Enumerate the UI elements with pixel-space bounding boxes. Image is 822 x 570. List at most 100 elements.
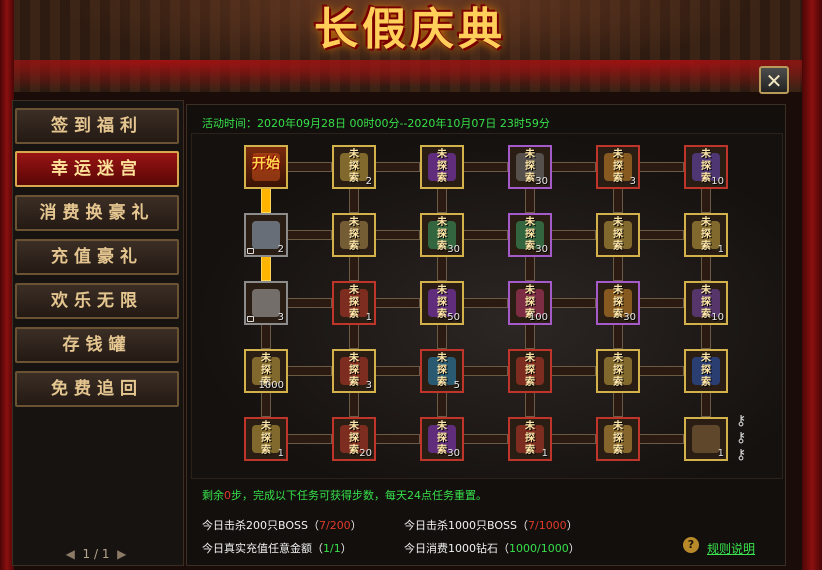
item-count: 30 (535, 176, 548, 187)
maze-path (613, 323, 623, 349)
sidebar-item[interactable]: 消费换豪礼 (15, 195, 179, 231)
unexplored-label: 未 探 索 (613, 421, 623, 456)
maze-cell[interactable]: 2 (244, 213, 288, 257)
maze-cell[interactable]: 未 探 索 100 (508, 281, 552, 325)
close-button[interactable]: ✕ (759, 66, 789, 94)
maze-path (462, 298, 508, 308)
item-count: 1000 (258, 380, 284, 391)
maze-path (349, 391, 359, 417)
maze-cell[interactable]: 未 探 索 30 (420, 417, 464, 461)
maze-cell[interactable]: 未 探 索5 (420, 349, 464, 393)
maze-path (286, 366, 332, 376)
maze-cell[interactable]: 未 探 索 30 (508, 213, 552, 257)
task-progress: 1000/1000 (509, 542, 569, 555)
start-label: 开始 (252, 156, 280, 172)
steps-remaining: 0 (224, 489, 231, 502)
maze-cell[interactable]: 未 探 索 (596, 417, 640, 461)
maze-path (374, 230, 420, 240)
prev-page-button[interactable]: ◀ (66, 547, 75, 561)
maze-path (462, 434, 508, 444)
maze-cell[interactable]: 未 探 索1 (332, 281, 376, 325)
activity-time: 活动时间：2020年09月28日 00时00分--2020年10月07日 23时… (202, 117, 550, 130)
maze-path (613, 391, 623, 417)
item-count: 1 (365, 312, 372, 323)
task-end: ） (568, 542, 580, 555)
maze-path (462, 366, 508, 376)
maze-cell[interactable]: 未 探 索 10 (684, 281, 728, 325)
rules-link[interactable]: 规则说明 (707, 540, 755, 557)
maze-cell[interactable]: 未 探 索 30 (508, 145, 552, 189)
sidebar-item[interactable]: 签到福利 (15, 108, 179, 144)
maze-cell[interactable]: 未 探 索3 (332, 349, 376, 393)
maze-path (349, 187, 359, 213)
maze-cell[interactable]: 未 探 索 30 (596, 281, 640, 325)
maze-path (701, 255, 711, 281)
maze-path (638, 230, 684, 240)
maze-cell[interactable]: 未 探 索 (596, 213, 640, 257)
maze-path (437, 391, 447, 417)
maze-cell[interactable]: 未 探 索1 (684, 213, 728, 257)
item-count: 100 (528, 312, 548, 323)
item-icon (692, 425, 720, 453)
help-icon[interactable]: ? (683, 537, 699, 553)
maze-path (286, 230, 332, 240)
maze-start-cell[interactable]: 开始 (244, 145, 288, 189)
maze-path (374, 434, 420, 444)
event-title: 长假庆典 (314, 4, 506, 55)
sidebar-item[interactable]: 充值豪礼 (15, 239, 179, 275)
task-label: 今日击杀200只BOSS（ (202, 519, 319, 532)
sidebar-item[interactable]: 存钱罐 (15, 327, 179, 363)
maze-cell[interactable]: 未 探 索 (508, 349, 552, 393)
maze-cell[interactable]: 未 探 索 (684, 349, 728, 393)
sidebar-item[interactable]: 幸运迷宫 (15, 151, 179, 187)
unexplored-label: 未 探 索 (349, 217, 359, 252)
task-label: 今日消费1000钻石（ (404, 542, 509, 555)
item-count: 30 (535, 244, 548, 255)
task-item: 今日消费1000钻石（1000/1000） (404, 540, 580, 556)
sidebar-item[interactable]: 欢乐无限 (15, 283, 179, 319)
maze-cell[interactable]: 未 探 索 50 (420, 281, 464, 325)
maze-cell[interactable]: 未 探 索2 (332, 145, 376, 189)
maze-path (550, 366, 596, 376)
maze-cell[interactable]: 1 (684, 417, 728, 461)
maze-cell[interactable]: 未 探 索1 (244, 417, 288, 461)
maze-cell[interactable]: 3 (244, 281, 288, 325)
maze-cell[interactable]: 未 探 索 20 (332, 417, 376, 461)
item-count: 1 (541, 448, 548, 459)
maze-path (550, 298, 596, 308)
key-icon: ⚷ (736, 447, 747, 463)
maze-path (525, 255, 535, 281)
maze-path (613, 187, 623, 213)
maze-path (462, 162, 508, 172)
maze-cell[interactable]: 未 探 索 (332, 213, 376, 257)
task-item: 今日真实充值任意金额（1/1） (202, 540, 352, 556)
key-icons: ⚷ ⚷ ⚷ (736, 413, 756, 465)
maze-path (437, 255, 447, 281)
maze-cell[interactable]: 未 探 索 30 (420, 213, 464, 257)
maze-cell[interactable]: 未 探 索 10 (684, 145, 728, 189)
maze-path (374, 298, 420, 308)
maze-path (286, 298, 332, 308)
item-count: 10 (711, 176, 724, 187)
maze-path (701, 391, 711, 417)
maze-path (437, 323, 447, 349)
pager: ◀ 1 / 1 ▶ (46, 545, 146, 563)
maze-cell[interactable]: 未 探 索3 (596, 145, 640, 189)
maze-cell[interactable]: 未 探 索1 (508, 417, 552, 461)
maze-path (638, 298, 684, 308)
item-count: 5 (453, 380, 460, 391)
maze-path (613, 255, 623, 281)
maze-cell[interactable]: 未 探 索 (420, 145, 464, 189)
maze-path (701, 323, 711, 349)
maze-path (261, 323, 271, 349)
maze-path (525, 187, 535, 213)
maze-cell[interactable]: 未 探 索 (596, 349, 640, 393)
maze-cell[interactable]: 未 探 索 1000 (244, 349, 288, 393)
item-count: 50 (447, 312, 460, 323)
item-count: 1 (717, 244, 724, 255)
next-page-button[interactable]: ▶ (117, 547, 126, 561)
item-count: 10 (711, 312, 724, 323)
sidebar-item[interactable]: 免费追回 (15, 371, 179, 407)
unexplored-label: 未 探 索 (613, 217, 623, 252)
maze-path (525, 391, 535, 417)
